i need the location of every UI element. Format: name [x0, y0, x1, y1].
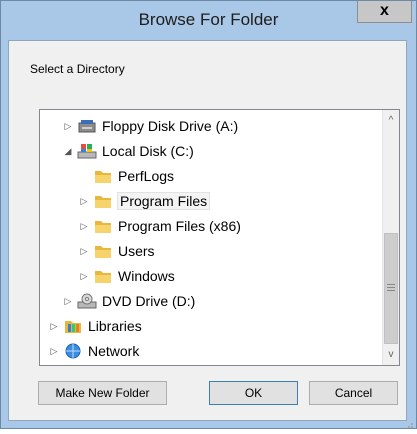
- make-new-folder-button[interactable]: Make New Folder: [38, 381, 167, 405]
- chevron-down-icon: v: [388, 349, 394, 360]
- close-button[interactable]: x: [357, 1, 412, 23]
- tree-item-label: Local Disk (C:): [102, 143, 194, 159]
- expand-arrow-icon[interactable]: ▷: [78, 221, 90, 232]
- tree-item-network[interactable]: ▷ Network: [48, 339, 140, 363]
- directory-prompt: Select a Directory: [30, 62, 125, 76]
- tree-item-label: Floppy Disk Drive (A:): [102, 118, 239, 134]
- scroll-down-button[interactable]: v: [383, 346, 399, 363]
- tree-item-label: PerfLogs: [118, 168, 175, 184]
- folder-icon: [93, 192, 113, 210]
- tree-item-perflogs[interactable]: PerfLogs: [78, 164, 174, 188]
- tree-item-users[interactable]: ▷ Users: [78, 239, 155, 263]
- tree-item-libraries[interactable]: ▷ Libraries: [48, 314, 142, 338]
- expand-arrow-icon[interactable]: ▷: [78, 196, 90, 207]
- title-bar[interactable]: Browse For Folder x: [1, 1, 416, 41]
- tree-item-label: Users: [118, 243, 155, 259]
- ok-button[interactable]: OK: [209, 381, 298, 405]
- tree-item-label: Program Files (x86): [118, 218, 241, 234]
- expand-arrow-icon[interactable]: ▷: [48, 321, 60, 332]
- folder-icon: [93, 242, 113, 260]
- tree-item-floppy-drive[interactable]: ▷ Floppy Disk Drive (A:): [62, 114, 239, 138]
- collapse-arrow-icon[interactable]: ◢: [62, 146, 74, 157]
- window-title: Browse For Folder: [138, 10, 279, 29]
- tree-item-local-disk[interactable]: ◢ Local Disk (C:): [62, 139, 194, 163]
- tree-item-label: Windows: [118, 268, 175, 284]
- folder-icon: [93, 267, 113, 285]
- expand-arrow-icon[interactable]: ▷: [78, 246, 90, 257]
- tree-item-label: DVD Drive (D:): [102, 293, 196, 309]
- expand-arrow-icon[interactable]: ▷: [62, 121, 74, 132]
- folder-icon: [93, 217, 113, 235]
- folder-icon: [93, 167, 113, 185]
- libraries-icon: [63, 317, 83, 335]
- tree-item-program-files[interactable]: ▷ Program Files: [78, 189, 211, 213]
- resize-grip-icon[interactable]: [404, 416, 414, 428]
- expand-arrow-icon[interactable]: ▷: [48, 346, 60, 357]
- folder-tree[interactable]: ▷ Floppy Disk Drive (A:) ◢ Local Disk (C…: [39, 109, 400, 366]
- dvd-drive-icon: [77, 292, 97, 310]
- tree-item-label: Libraries: [88, 318, 142, 334]
- tree-scrollbar[interactable]: ^ v: [382, 110, 399, 365]
- scroll-thumb[interactable]: [384, 233, 398, 344]
- expand-arrow-icon[interactable]: ▷: [62, 296, 74, 307]
- chevron-up-icon: ^: [388, 115, 394, 126]
- cancel-button[interactable]: Cancel: [309, 381, 398, 405]
- local-disk-icon: [77, 142, 97, 160]
- tree-item-dvd-drive[interactable]: ▷ DVD Drive (D:): [62, 289, 196, 313]
- tree-item-program-files-x86[interactable]: ▷ Program Files (x86): [78, 214, 241, 238]
- tree-item-label: Network: [88, 343, 140, 359]
- network-icon: [63, 342, 83, 360]
- scroll-up-button[interactable]: ^: [383, 112, 399, 129]
- expand-arrow-icon[interactable]: ▷: [78, 271, 90, 282]
- tree-item-label: Program Files: [116, 192, 211, 210]
- tree-item-windows[interactable]: ▷ Windows: [78, 264, 175, 288]
- grip-icon: [387, 284, 395, 293]
- close-icon: x: [380, 2, 389, 19]
- floppy-drive-icon: [77, 117, 97, 135]
